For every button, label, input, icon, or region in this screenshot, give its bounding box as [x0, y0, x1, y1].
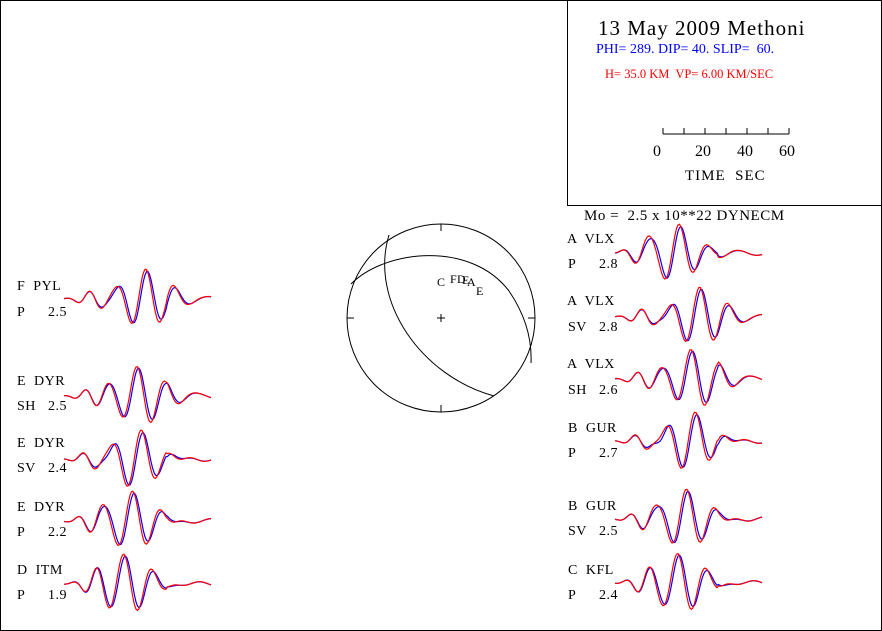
- station-code-right-2: A VLX: [567, 357, 615, 372]
- station-value-left-3: 2.2: [48, 525, 67, 540]
- observed-trace-left-0: [63, 270, 212, 324]
- synthetic-trace-left-1: [64, 366, 212, 424]
- station-mark-c: C: [437, 275, 445, 289]
- station-code-left-3: E DYR: [17, 500, 66, 515]
- station-phase-right-1: SV: [568, 320, 587, 335]
- observed-trace-right-5: [615, 554, 763, 608]
- station-value-right-0: 2.8: [599, 257, 618, 272]
- station-code-right-1: A VLX: [567, 294, 615, 309]
- station-value-left-1: 2.5: [48, 399, 67, 414]
- station-phase-right-5: P: [568, 588, 577, 603]
- observed-trace-left-1: [63, 367, 212, 421]
- synthetic-trace-right-4: [614, 488, 763, 544]
- station-value-right-2: 2.6: [599, 383, 618, 398]
- station-value-left-4: 1.9: [48, 588, 67, 603]
- station-code-left-1: E DYR: [17, 374, 66, 389]
- synthetic-trace-left-4: [63, 553, 212, 612]
- station-value-right-1: 2.8: [599, 320, 618, 335]
- station-phase-left-0: P: [17, 305, 26, 320]
- station-mark-e2: E: [476, 284, 483, 298]
- waveform-inversion-figure: 13 May 2009 Methoni PHI= 289. DIP= 40. S…: [0, 0, 882, 631]
- station-phase-left-2: SV: [17, 461, 36, 476]
- sphere-ticks: [347, 224, 535, 412]
- observed-trace-right-2: [614, 350, 763, 404]
- synthetic-trace-right-1: [614, 286, 763, 343]
- station-code-left-4: D ITM: [17, 563, 63, 578]
- station-value-left-0: 2.5: [48, 305, 67, 320]
- station-marks: C F D E A E: [437, 272, 483, 298]
- station-value-right-4: 2.5: [599, 524, 618, 539]
- observed-trace-right-4: [614, 490, 763, 544]
- nodal-plane-2: [350, 255, 532, 364]
- observed-trace-right-0: [614, 225, 763, 279]
- plot-canvas: C F D E A E: [63, 128, 790, 612]
- observed-trace-left-4: [63, 555, 212, 609]
- station-value-left-2: 2.4: [48, 461, 67, 476]
- station-code-right-4: B GUR: [568, 499, 617, 514]
- station-value-right-5: 2.4: [599, 588, 618, 603]
- station-phase-right-4: SV: [568, 524, 587, 539]
- synthetic-trace-right-2: [614, 349, 763, 407]
- station-phase-left-4: P: [17, 588, 26, 603]
- station-code-left-2: E DYR: [17, 436, 66, 451]
- station-phase-left-3: P: [17, 525, 26, 540]
- station-mark-a: A: [467, 275, 476, 289]
- focal-sphere: C F D E A E: [346, 223, 536, 413]
- synthetic-trace-right-3: [614, 411, 763, 469]
- station-code-right-5: C KFL: [568, 563, 614, 578]
- station-phase-right-0: P: [568, 257, 577, 272]
- station-code-right-3: B GUR: [568, 421, 617, 436]
- synthetic-trace-right-5: [615, 552, 763, 611]
- station-code-left-0: F PYL: [17, 279, 62, 294]
- station-phase-right-2: SH: [568, 383, 587, 398]
- station-phase-right-3: P: [568, 446, 577, 461]
- station-phase-left-1: SH: [17, 399, 36, 414]
- observed-trace-left-3: [63, 492, 211, 545]
- synthetic-trace-left-2: [63, 429, 212, 487]
- station-code-right-0: A VLX: [567, 232, 615, 247]
- time-scale-bar: [662, 128, 790, 135]
- station-value-right-3: 2.7: [599, 446, 618, 461]
- station-mark-f: F: [450, 272, 457, 286]
- waveforms: [63, 223, 763, 612]
